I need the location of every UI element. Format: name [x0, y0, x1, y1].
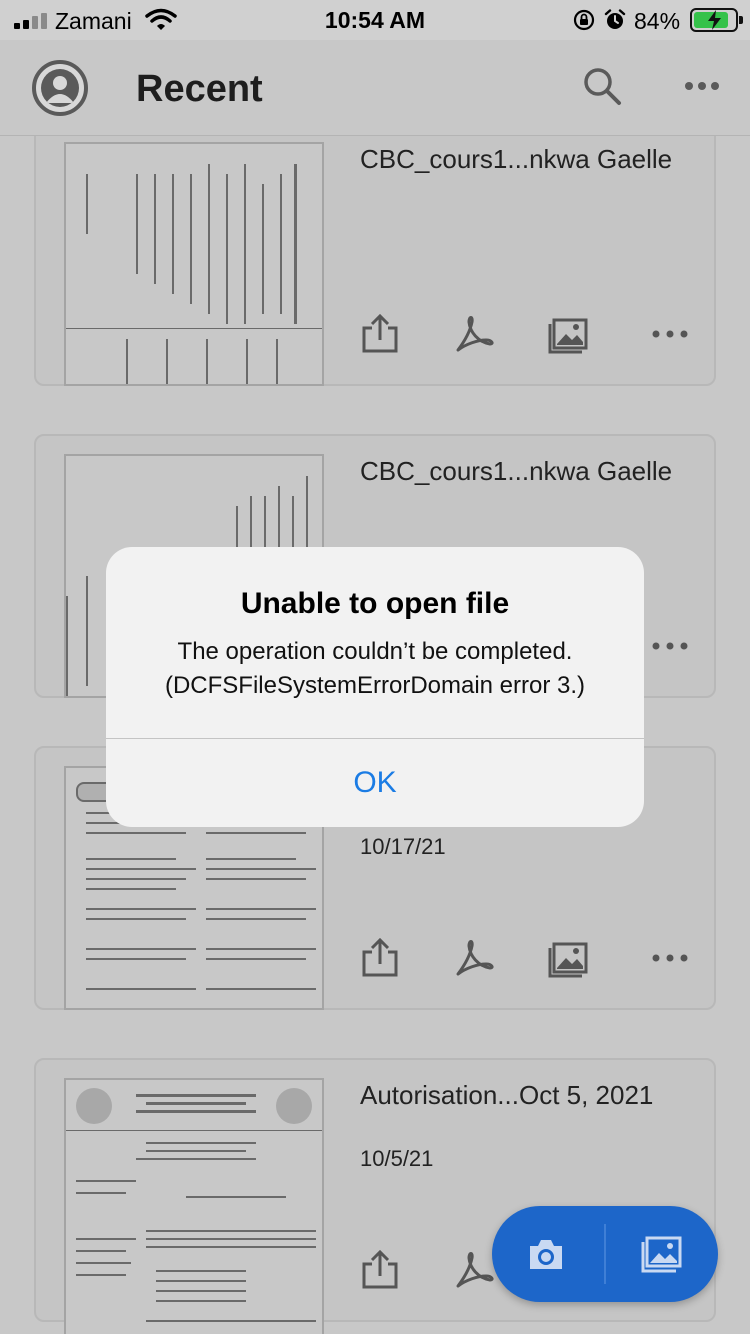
- document-actions: [360, 314, 690, 358]
- more-icon[interactable]: [650, 626, 690, 666]
- orientation-lock-icon: [573, 9, 595, 31]
- document-actions: [360, 938, 690, 982]
- share-icon[interactable]: [360, 1250, 400, 1290]
- more-icon[interactable]: [684, 80, 720, 92]
- document-date: 10/5/21: [360, 1146, 434, 1171]
- acrobat-icon[interactable]: [454, 314, 494, 354]
- document-title: CBC_cours1...nkwa Gaelle: [360, 456, 673, 486]
- document-thumbnail: [64, 142, 324, 386]
- acrobat-icon[interactable]: [454, 1250, 494, 1290]
- share-icon[interactable]: [360, 314, 400, 354]
- alert-message: The operation couldn’t be completed. (DC…: [164, 638, 586, 699]
- search-icon[interactable]: [582, 66, 622, 106]
- capture-fab: [492, 1206, 718, 1302]
- more-icon[interactable]: [650, 314, 690, 354]
- ok-button[interactable]: OK: [106, 739, 644, 827]
- battery-charging-icon: [690, 8, 743, 32]
- profile-avatar-icon[interactable]: [32, 60, 88, 116]
- document-title: Autorisation...Oct 5, 2021: [360, 1080, 654, 1110]
- document-title: CBC_cours1...nkwa Gaelle: [360, 144, 673, 174]
- image-icon[interactable]: [548, 314, 588, 354]
- page-title: Recent: [136, 68, 263, 110]
- image-icon[interactable]: [548, 938, 588, 978]
- more-icon[interactable]: [650, 938, 690, 978]
- document-card[interactable]: CBC_cours1...nkwa Gaelle: [34, 136, 716, 386]
- document-thumbnail: [64, 1078, 324, 1334]
- battery-percent: 84%: [634, 8, 681, 34]
- gallery-icon[interactable]: [640, 1234, 682, 1274]
- camera-icon[interactable]: [526, 1236, 566, 1272]
- app-header: Recent: [0, 40, 750, 136]
- fab-divider: [604, 1224, 606, 1284]
- error-alert-dialog: Unable to open file The operation couldn…: [106, 547, 644, 827]
- status-bar: Zamani 10:54 AM 84%: [0, 0, 750, 40]
- alarm-icon: [604, 9, 626, 29]
- share-icon[interactable]: [360, 938, 400, 978]
- acrobat-icon[interactable]: [454, 938, 494, 978]
- document-date: 10/17/21: [360, 834, 446, 859]
- alert-title: Unable to open file: [240, 587, 510, 620]
